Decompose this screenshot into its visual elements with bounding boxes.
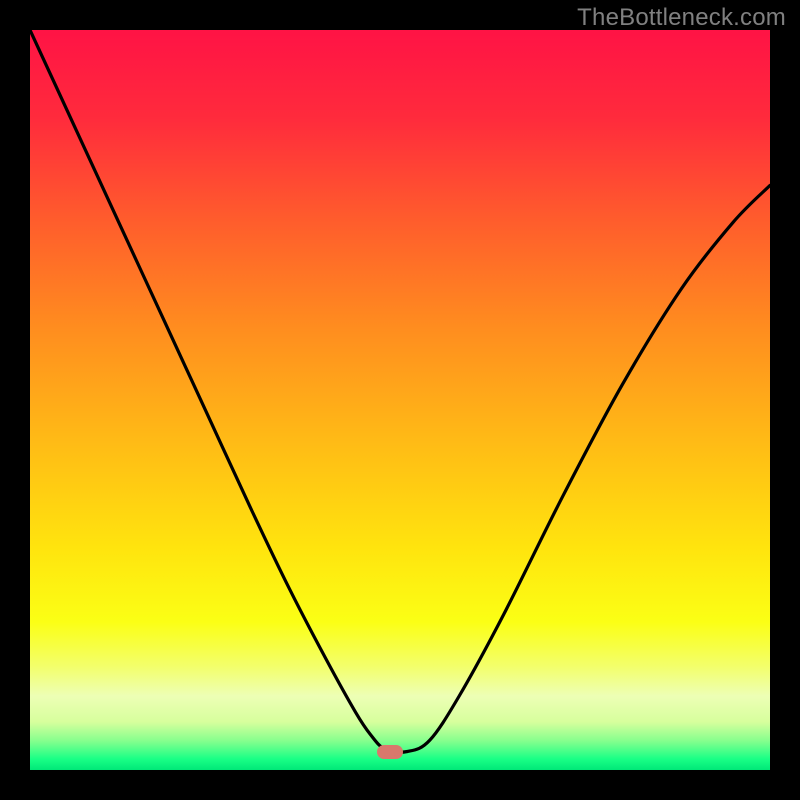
chart-frame: TheBottleneck.com (0, 0, 800, 800)
watermark-text: TheBottleneck.com (577, 4, 786, 32)
bottleneck-curve (30, 30, 770, 770)
optimum-marker (377, 745, 403, 759)
plot-area (30, 30, 770, 770)
curve-path (30, 30, 770, 752)
